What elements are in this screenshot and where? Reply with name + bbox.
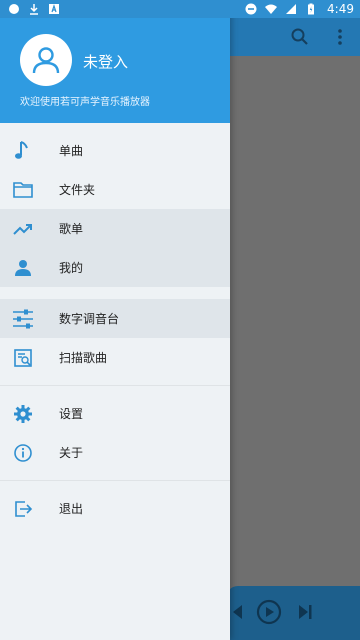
download-icon <box>30 4 38 15</box>
status-bar: 4:49 <box>0 0 360 18</box>
menu-item-about[interactable]: 关于 <box>0 433 230 472</box>
next-icon[interactable] <box>296 603 314 621</box>
menu-item-exit[interactable]: 退出 <box>0 489 230 528</box>
screen: 4:49 未登入 欢迎使用若可声学音乐播放器 单曲 文件夹 歌单 我的 数字调音… <box>0 0 360 640</box>
menu-item-mine[interactable]: 我的 <box>0 248 230 287</box>
status-bar-right: 4:49 <box>245 2 354 16</box>
circle-icon <box>9 4 19 14</box>
wifi-icon <box>265 4 278 14</box>
notification-a-icon <box>49 4 59 14</box>
exit-icon <box>15 501 33 517</box>
welcome-text: 欢迎使用若可声学音乐播放器 <box>20 97 150 108</box>
minus-circle-icon <box>245 3 257 15</box>
music-note-icon <box>15 141 28 159</box>
folder-icon <box>13 182 33 198</box>
person-icon <box>15 260 31 276</box>
menu-item-label: 退出 <box>59 502 84 516</box>
equalizer-icon <box>13 309 33 329</box>
avatar[interactable] <box>20 34 72 86</box>
battery-icon <box>308 3 315 15</box>
play-icon[interactable] <box>256 599 282 625</box>
menu-item-settings[interactable]: 设置 <box>0 394 230 433</box>
menu-item-label: 扫描歌曲 <box>59 351 108 365</box>
info-icon <box>14 444 32 462</box>
menu-item-label: 设置 <box>59 407 84 421</box>
menu-item-label: 数字调音台 <box>59 312 120 326</box>
navigation-drawer: 未登入 欢迎使用若可声学音乐播放器 单曲 文件夹 歌单 我的 数字调音台 扫描歌… <box>0 0 230 640</box>
menu-item-songs[interactable]: 单曲 <box>0 131 230 170</box>
signal-icon <box>286 4 297 14</box>
gear-icon <box>14 405 32 423</box>
menu-item-scan[interactable]: 扫描歌曲 <box>0 338 230 377</box>
username[interactable]: 未登入 <box>83 51 128 72</box>
trending-icon <box>13 224 32 235</box>
background-player <box>226 586 360 640</box>
menu-item-label: 文件夹 <box>59 183 96 197</box>
user-icon <box>32 47 60 74</box>
menu-item-label: 歌单 <box>59 222 84 236</box>
prev-icon[interactable] <box>230 603 244 621</box>
status-time: 4:49 <box>327 2 354 16</box>
drawer-menu: 单曲 文件夹 歌单 我的 数字调音台 扫描歌曲 设置 关于 退出 <box>0 123 230 528</box>
menu-item-playlists[interactable]: 歌单 <box>0 209 230 248</box>
menu-item-equalizer[interactable]: 数字调音台 <box>0 299 230 338</box>
drawer-header: 未登入 欢迎使用若可声学音乐播放器 <box>0 0 230 123</box>
menu-item-label: 我的 <box>59 261 84 275</box>
more-vert-icon[interactable] <box>330 27 350 47</box>
status-bar-left <box>8 3 60 15</box>
scan-icon <box>14 349 32 367</box>
menu-item-folders[interactable]: 文件夹 <box>0 170 230 209</box>
menu-item-label: 关于 <box>59 446 84 460</box>
menu-item-label: 单曲 <box>59 144 84 158</box>
search-icon[interactable] <box>290 27 310 47</box>
